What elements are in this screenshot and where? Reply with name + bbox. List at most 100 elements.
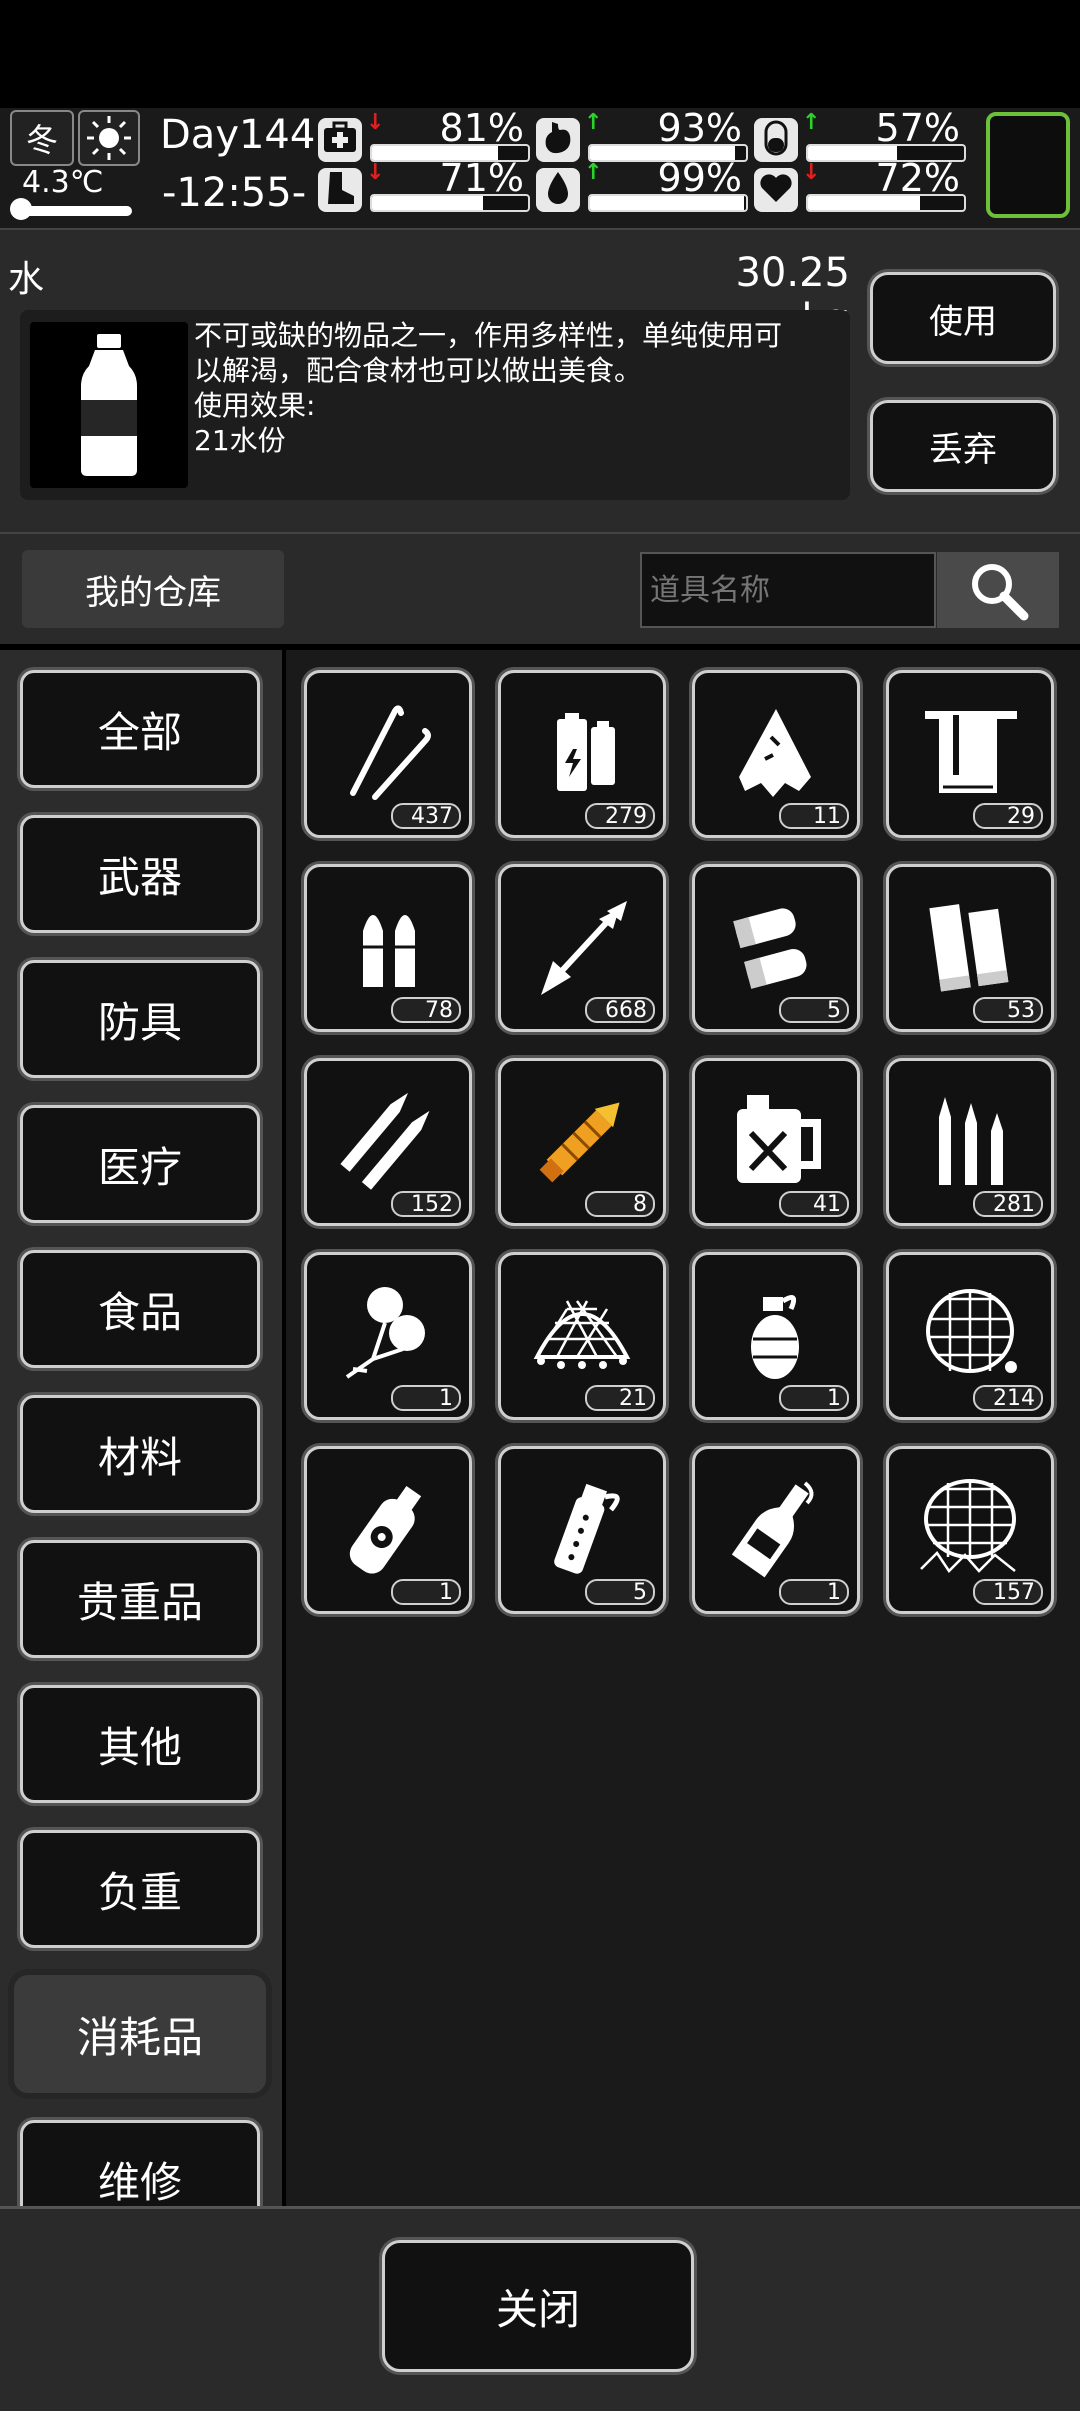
item-count: 5	[779, 997, 849, 1023]
item-slot[interactable]: 281	[886, 1058, 1054, 1226]
category-sidebar[interactable]: 全部武器防具医疗食品材料贵重品其他负重消耗品维修	[0, 650, 282, 2206]
net-icon	[915, 1279, 1025, 1393]
health-trend-down-icon: ↓	[366, 110, 385, 135]
hunger-stat-icon	[536, 118, 580, 162]
item-slot[interactable]: 437	[304, 670, 472, 838]
item-slot[interactable]: 5	[692, 864, 860, 1032]
category-8[interactable]: 负重	[20, 1830, 260, 1948]
search-icon	[972, 564, 1029, 621]
flashbang-icon	[527, 1473, 637, 1587]
toxic-spray-icon	[333, 1473, 443, 1587]
item-slot[interactable]: 1	[692, 1252, 860, 1420]
item-slot[interactable]: 668	[498, 864, 666, 1032]
thirst-bar	[588, 194, 748, 212]
item-count: 41	[779, 1191, 849, 1217]
category-6[interactable]: 贵重品	[20, 1540, 260, 1658]
water-drop-icon	[538, 168, 578, 212]
item-count: 668	[585, 997, 655, 1023]
battery-icon	[527, 697, 637, 811]
item-slot[interactable]: 11	[692, 670, 860, 838]
item-slot[interactable]: 53	[886, 864, 1054, 1032]
stamina-bar-fill	[372, 196, 483, 210]
category-3[interactable]: 医疗	[20, 1105, 260, 1223]
discard-button[interactable]: 丢弃	[870, 400, 1056, 492]
item-count: 5	[585, 1579, 655, 1605]
item-slot[interactable]: 157	[886, 1446, 1054, 1614]
bola-icon	[333, 1279, 443, 1393]
item-slot[interactable]: 1	[304, 1446, 472, 1614]
category-7[interactable]: 其他	[20, 1685, 260, 1803]
item-count: 437	[391, 803, 461, 829]
mood-trend-down-icon: ↓	[802, 160, 821, 185]
my-warehouse-button[interactable]: 我的仓库	[22, 550, 284, 628]
item-count: 8	[585, 1191, 655, 1217]
item-count: 1	[779, 1579, 849, 1605]
item-slot[interactable]: 1	[692, 1446, 860, 1614]
item-count: 1	[391, 1579, 461, 1605]
search-button[interactable]	[937, 552, 1059, 628]
item-slot[interactable]: 78	[304, 864, 472, 1032]
item-slot[interactable]: 214	[886, 1252, 1054, 1420]
item-slot[interactable]: 41	[692, 1058, 860, 1226]
item-slot[interactable]: 8	[498, 1058, 666, 1226]
rocket-icon	[527, 1085, 637, 1199]
item-count: 29	[973, 803, 1043, 829]
pill-icon	[756, 118, 796, 162]
fuel-can-icon	[721, 1085, 831, 1199]
heart-icon	[756, 168, 796, 212]
grenade-icon	[721, 1279, 831, 1393]
item-slot[interactable]: 152	[304, 1058, 472, 1226]
thirst-stat-icon	[536, 168, 580, 212]
item-grid: 437 279 11 29 78 668 5 53 152 8 41 281 1…	[286, 650, 1080, 2206]
mood-bar-fill	[808, 196, 921, 210]
close-button[interactable]: 关闭	[382, 2240, 694, 2372]
item-count: 279	[585, 803, 655, 829]
lockpick-icon	[333, 697, 443, 811]
equipment-slot[interactable]	[986, 112, 1070, 218]
item-count: 53	[973, 997, 1043, 1023]
arrow-icon	[527, 891, 637, 1005]
towel-icon	[915, 697, 1025, 811]
mood-stat-icon	[754, 168, 798, 212]
water-bottle-icon	[30, 322, 188, 488]
category-0[interactable]: 全部	[20, 670, 260, 788]
item-slot[interactable]: 21	[498, 1252, 666, 1420]
molotov-icon	[721, 1473, 831, 1587]
health-stat-icon	[318, 118, 362, 162]
item-count: 78	[391, 997, 461, 1023]
rifle-rounds-icon	[333, 1085, 443, 1199]
season-label: 冬	[25, 121, 58, 159]
day-counter: Day144	[160, 112, 316, 158]
stamina-trend-down-icon: ↓	[366, 160, 385, 185]
category-2[interactable]: 防具	[20, 960, 260, 1078]
sun-icon	[78, 110, 140, 166]
hunger-trend-up-icon: ↑	[584, 110, 603, 135]
category-9-selected[interactable]: 消耗品	[14, 1975, 266, 2093]
stamina-bar	[370, 194, 530, 212]
item-count: 152	[391, 1191, 461, 1217]
item-name: 水	[8, 259, 45, 300]
item-slot[interactable]: 5	[498, 1446, 666, 1614]
temperature-marker	[10, 198, 32, 220]
item-count: 1	[391, 1385, 461, 1411]
slug-shell-icon	[915, 891, 1025, 1005]
medicine-trend-up-icon: ↑	[802, 110, 821, 135]
item-slot[interactable]: 279	[498, 670, 666, 838]
item-slot[interactable]: 1	[304, 1252, 472, 1420]
item-count: 214	[973, 1385, 1043, 1411]
item-count: 11	[779, 803, 849, 829]
category-4[interactable]: 食品	[20, 1250, 260, 1368]
medkit-icon	[320, 118, 360, 162]
boot-icon	[320, 168, 360, 212]
category-10[interactable]: 维修	[20, 2120, 260, 2206]
category-5[interactable]: 材料	[20, 1395, 260, 1513]
mood-bar	[806, 194, 966, 212]
item-slot[interactable]: 29	[886, 670, 1054, 838]
pistol-ammo-icon	[333, 891, 443, 1005]
cloth-rag-icon	[721, 697, 831, 811]
season-indicator: 冬	[10, 110, 74, 166]
category-1[interactable]: 武器	[20, 815, 260, 933]
stomach-icon	[538, 118, 578, 162]
use-button[interactable]: 使用	[870, 272, 1056, 364]
search-input[interactable]	[640, 552, 936, 628]
